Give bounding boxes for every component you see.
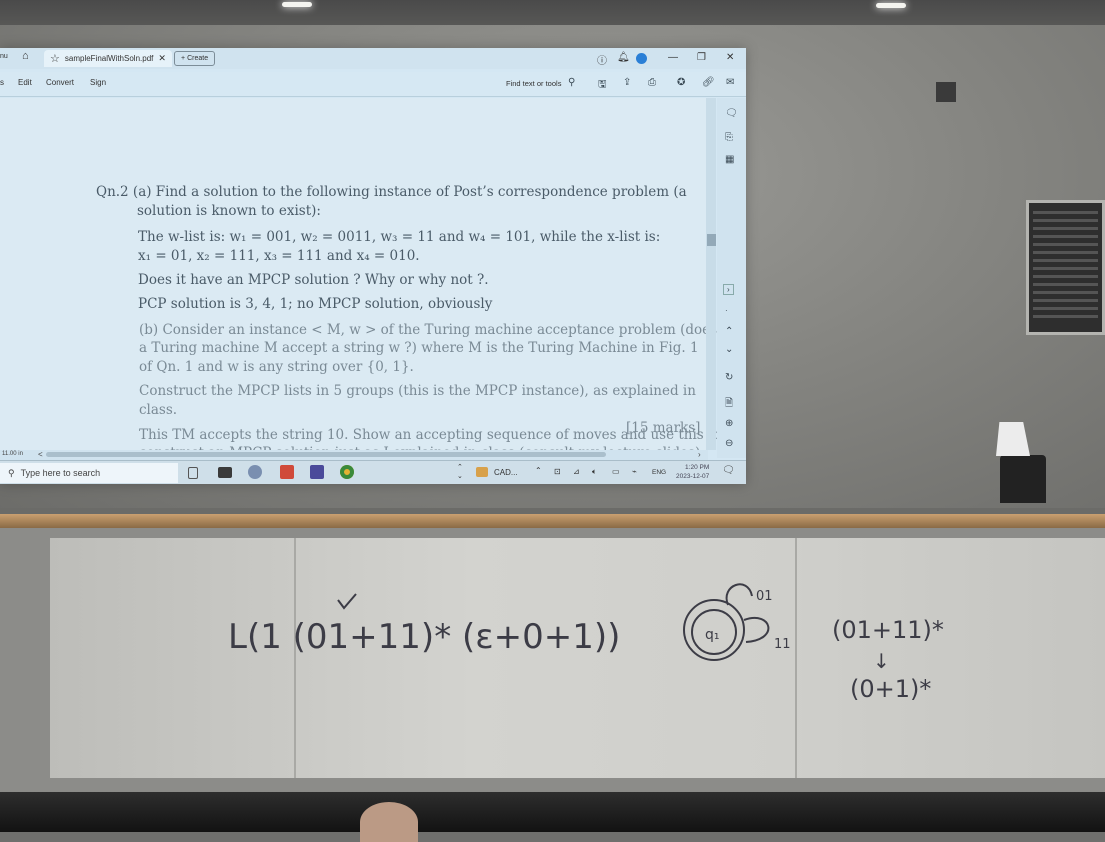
loop-arrow-top [725,583,753,606]
floor [0,792,1105,832]
loop-label-right: 11 [774,637,791,652]
regex-expression: L(1 (01+11)* (ε+0+1)) [228,617,620,657]
loop-label-top: 01 [756,589,773,604]
state-label: q₁ [705,627,720,643]
person-head [360,802,418,842]
down-arrow-icon: ↓ [873,649,890,673]
regex-star: (01+11)* [832,616,944,644]
whiteboard-writing: L(1 (01+11)* (ε+0+1)) q₁ 01 11 (01+11)* … [228,583,944,703]
check-mark [337,593,357,610]
loop-arrow-right [743,617,770,643]
regex-simplified: (0+1)* [850,675,931,703]
